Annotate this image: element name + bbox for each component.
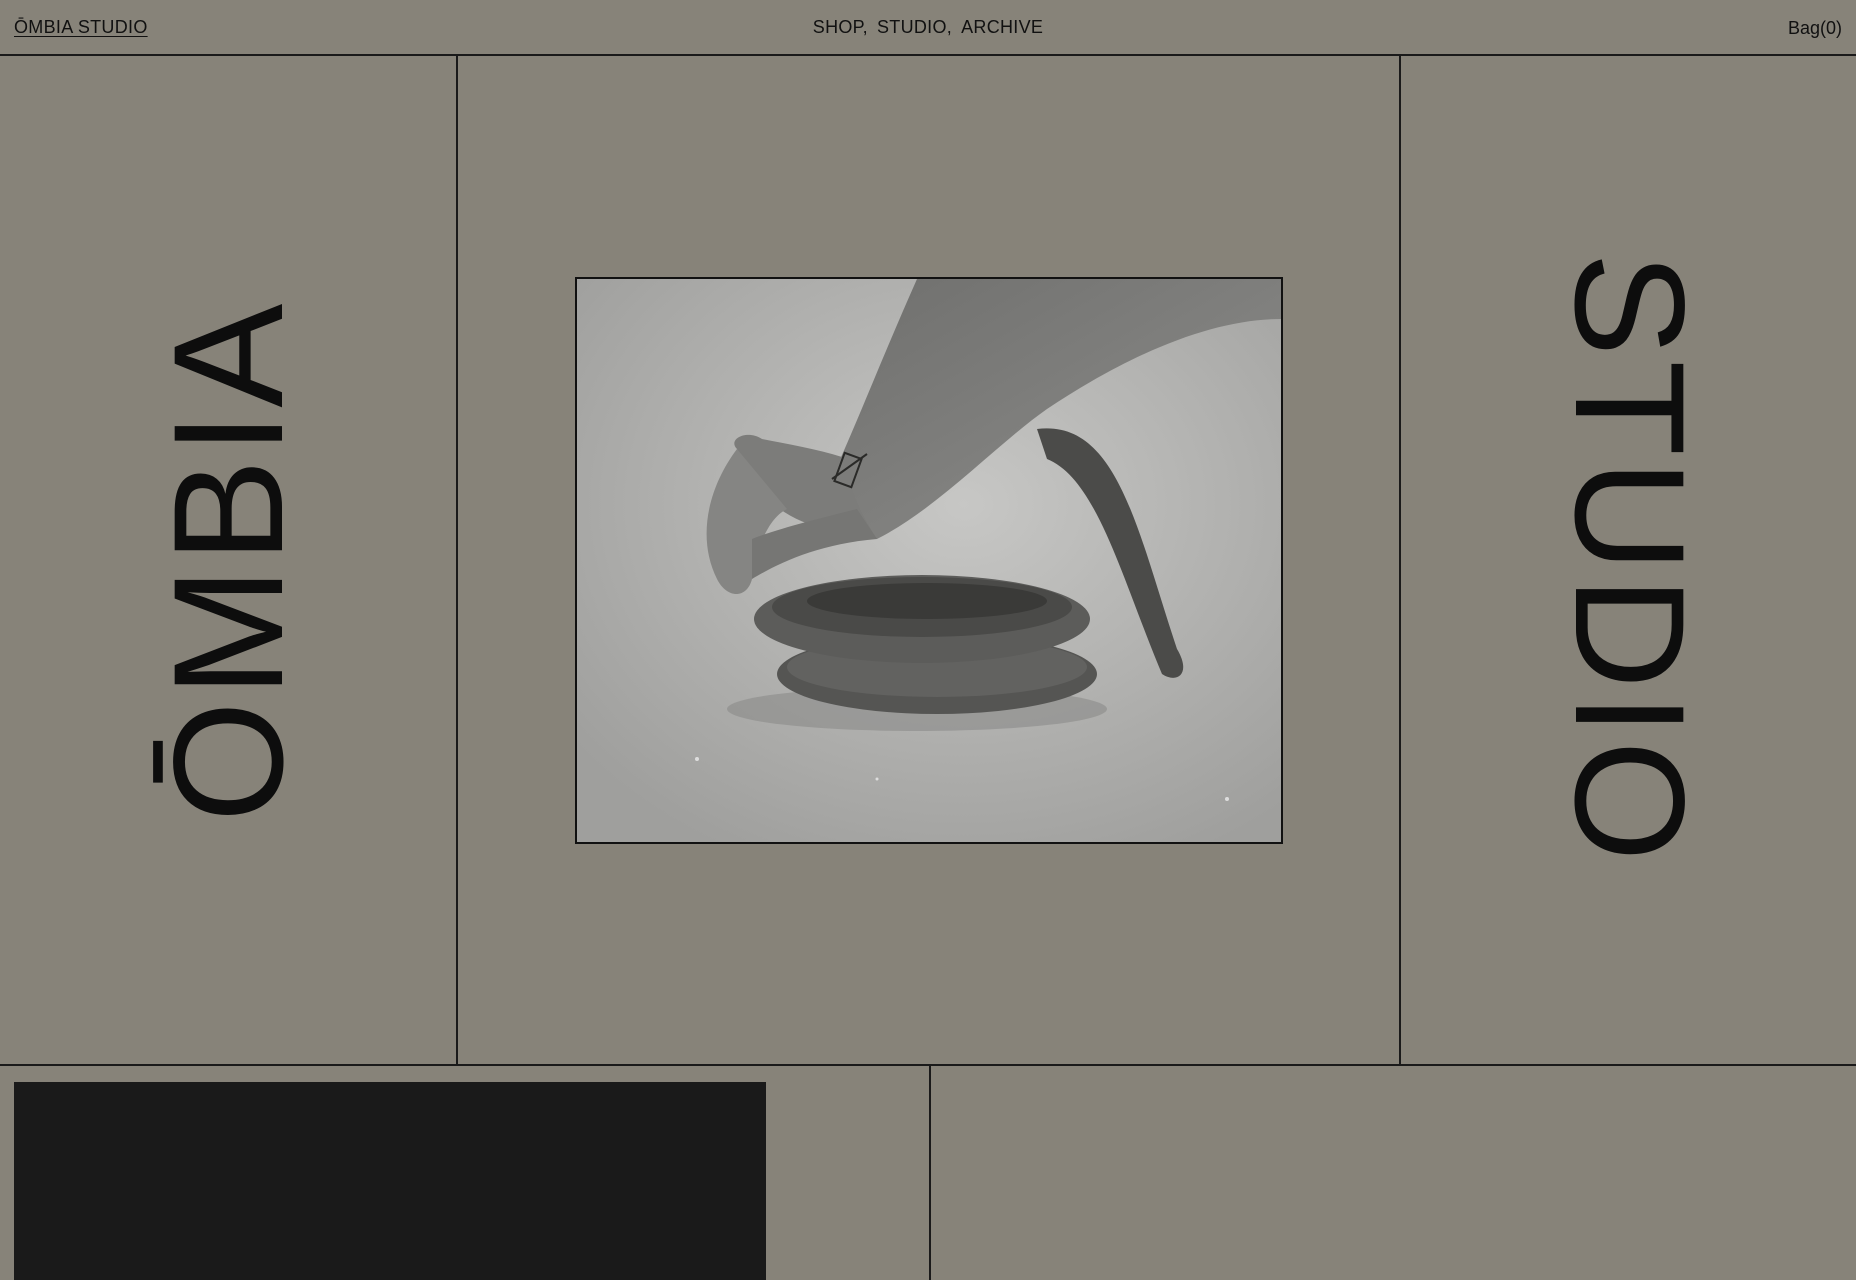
bag-link[interactable]: Bag(0) bbox=[1788, 18, 1842, 39]
main-nav: SHOP, STUDIO, ARCHIVE bbox=[0, 17, 1856, 38]
hero-right-column: STUDIO bbox=[1401, 56, 1856, 1064]
dark-media-block[interactable] bbox=[14, 1082, 766, 1280]
hero-section: ŌMBIA STUDIO bbox=[0, 56, 1856, 1066]
site-header: ŌMBIA STUDIO SHOP, STUDIO, ARCHIVE Bag(0) bbox=[0, 0, 1856, 56]
hero-left-column: ŌMBIA bbox=[0, 56, 458, 1064]
brand-word-ombia: ŌMBIA bbox=[142, 299, 316, 823]
nav-archive[interactable]: ARCHIVE bbox=[961, 17, 1043, 37]
hero-center-column bbox=[458, 56, 1401, 1064]
brand-word-studio: STUDIO bbox=[1542, 252, 1716, 866]
clay-hand-illustration bbox=[577, 279, 1281, 842]
bottom-divider bbox=[929, 1066, 931, 1280]
nav-studio[interactable]: STUDIO, bbox=[877, 17, 961, 37]
hero-photo[interactable] bbox=[575, 277, 1283, 844]
nav-shop[interactable]: SHOP, bbox=[813, 17, 877, 37]
bottom-section bbox=[0, 1066, 1856, 1280]
